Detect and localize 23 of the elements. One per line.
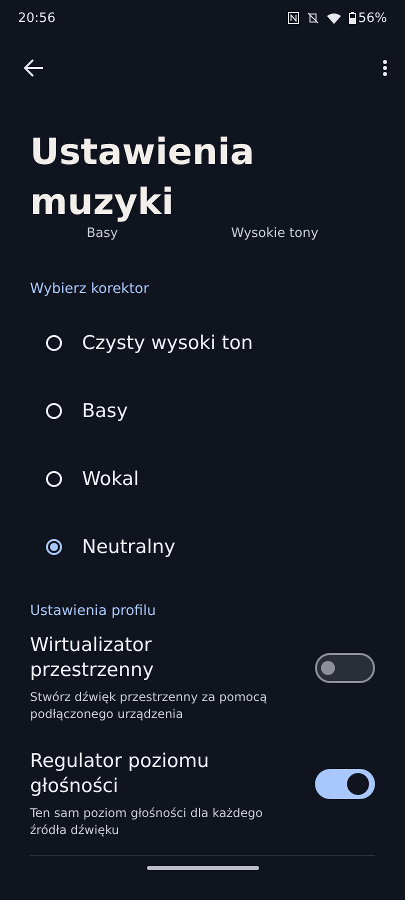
- more-options-icon: [383, 60, 387, 76]
- setting-title: Wirtualizator przestrzenny: [30, 633, 155, 683]
- vibrate-off-icon: [307, 12, 320, 24]
- equalizer-option[interactable]: Czysty wysoki ton: [0, 309, 405, 377]
- equalizer-label: Wysokie tony: [231, 226, 318, 241]
- section-header: Wybierz korektor: [30, 281, 150, 297]
- page-title: Ustawienia muzyki: [30, 131, 256, 225]
- setting-title: Regulator poziomu głośności: [30, 749, 210, 799]
- battery-percent: 56%: [358, 10, 387, 26]
- setting-description: Stwórz dźwięk przestrzenny za pomocą podłączonego urządzenia: [30, 689, 268, 723]
- toggle-switch[interactable]: [315, 769, 375, 799]
- equalizer-option[interactable]: Wokal: [0, 445, 405, 513]
- equalizer-label: Basy: [86, 226, 118, 241]
- wifi-icon: [327, 12, 342, 24]
- status-time: 20:56: [18, 10, 56, 26]
- equalizer-option[interactable]: Neutralny: [0, 513, 405, 581]
- toggle-switch[interactable]: [315, 653, 375, 683]
- battery-icon: [349, 12, 356, 24]
- nfc-icon: [288, 12, 300, 24]
- equalizer-option[interactable]: Basy: [0, 377, 405, 445]
- setting-description: Ten sam poziom głośności dla każdego źródła dźwięku: [30, 805, 264, 839]
- section-header: Ustawienia profilu: [30, 603, 157, 619]
- back-arrow-icon: [24, 59, 44, 77]
